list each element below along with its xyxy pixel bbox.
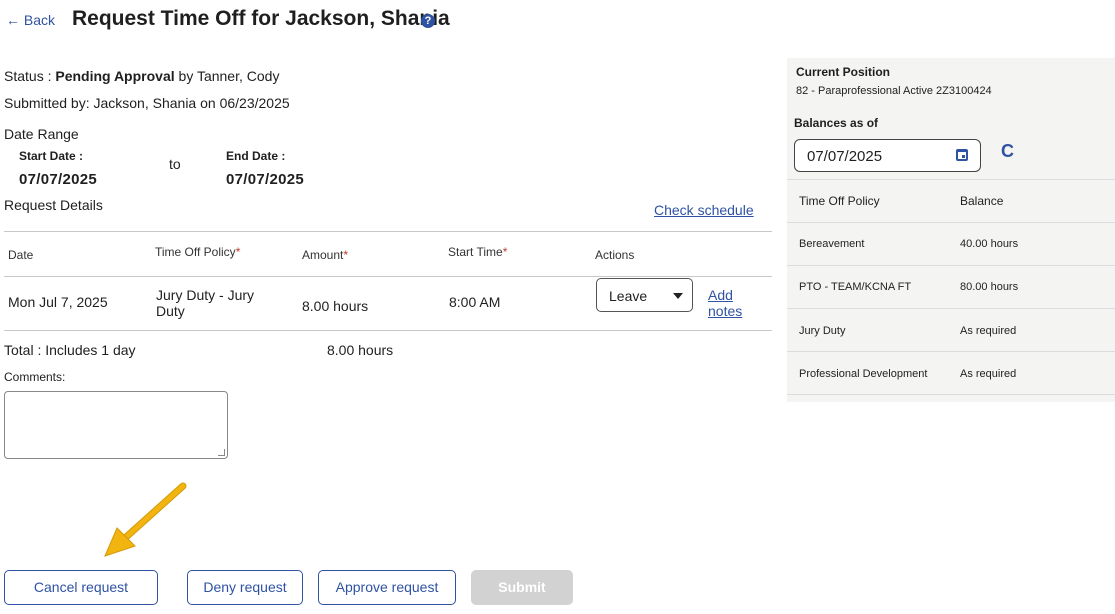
balance-col-policy: Time Off Policy [799,194,880,208]
start-date-value: 07/07/2025 [19,171,98,188]
submitted-line: Submitted by: Jackson, Shania on 06/23/2… [4,95,290,111]
row-policy: Jury Duty - Jury Duty [156,287,255,319]
balance-panel [787,58,1115,402]
back-link[interactable]: ← Back [6,12,55,28]
action-select-value: Leave [609,288,648,304]
comments-textarea[interactable] [4,391,228,459]
balance-row-value: 80.00 hours [960,281,1019,293]
calendar-icon[interactable] [956,149,968,161]
table-top-divider [4,231,772,232]
current-position-value: 82 - Paraprofessional Active 2Z3100424 [796,85,992,97]
table-bottom-divider [4,330,772,331]
balance-row-value: 40.00 hours [960,238,1019,250]
status-line: Status : Pending Approval by Tanner, Cod… [4,68,279,84]
end-date-label: End Date : [226,149,286,163]
cancel-request-button[interactable]: Cancel request [4,570,158,605]
date-range-to: to [169,156,181,172]
action-select[interactable]: Leave [596,278,693,312]
start-date-label: Start Date : [19,149,84,163]
check-schedule-link[interactable]: Check schedule [654,202,754,218]
balance-col-balance: Balance [960,194,1004,208]
total-label: Total : Includes 1 day [4,342,136,358]
submit-button: Submit [471,570,573,605]
row-start-time: 8:00 AM [449,294,501,310]
total-amount: 8.00 hours [327,342,394,358]
end-date-value: 07/07/2025 [226,171,305,188]
request-details-label: Request Details [4,197,103,213]
balance-row-value: As required [960,325,1017,337]
chevron-down-icon [673,293,683,299]
balance-row-value: As required [960,368,1017,380]
balances-date-value: 07/07/2025 [807,148,883,165]
status-by: by Tanner, Cody [174,68,280,84]
refresh-icon[interactable]: C [1001,141,1014,162]
col-header-policy: Time Off Policy* [155,245,241,259]
approve-request-button[interactable]: Approve request [318,570,456,605]
help-icon[interactable]: ? [421,14,435,28]
balances-date-input[interactable]: 07/07/2025 [794,139,981,172]
balance-row-policy: Bereavement [799,238,865,250]
col-header-start-time: Start Time* [448,245,508,259]
date-range-label: Date Range [4,126,79,142]
deny-request-button[interactable]: Deny request [187,570,303,605]
table-header-divider [4,276,772,277]
col-header-actions: Actions [595,248,635,262]
balances-as-of-label: Balances as of [794,116,879,130]
row-date: Mon Jul 7, 2025 [8,294,108,310]
row-amount: 8.00 hours [302,298,369,314]
current-position-label: Current Position [796,65,891,79]
balance-row-policy: Professional Development [799,368,928,380]
col-header-amount: Amount* [302,248,349,262]
balance-row-policy: Jury Duty [799,325,846,337]
balance-row-policy: PTO - TEAM/KCNA FT [799,281,912,293]
annotation-arrow-icon [104,482,187,557]
status-prefix: Status : [4,68,56,84]
col-header-date: Date [8,248,34,262]
status-value: Pending Approval [55,68,175,84]
comments-label: Comments: [4,370,66,384]
page-title: Request Time Off for Jackson, Shania [72,7,450,30]
add-notes-link[interactable]: Add notes [708,287,742,319]
resize-grip-icon[interactable] [218,449,225,456]
